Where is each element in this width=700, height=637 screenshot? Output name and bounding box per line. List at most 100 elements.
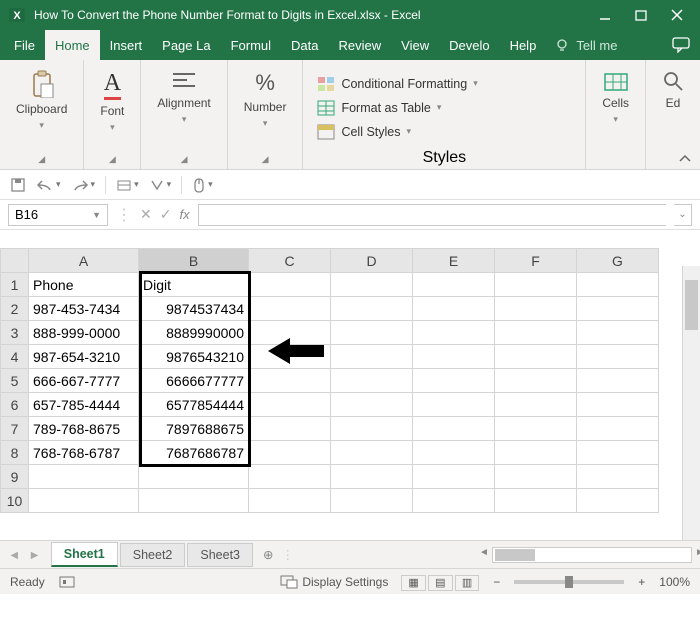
- cancel-formula-icon[interactable]: ✕: [140, 206, 152, 223]
- cell[interactable]: [495, 345, 577, 369]
- row-header[interactable]: 6: [1, 393, 29, 417]
- cell[interactable]: [577, 369, 659, 393]
- qat-button-5[interactable]: ▾: [149, 178, 172, 192]
- sheet-tab-1[interactable]: Sheet1: [51, 542, 118, 567]
- cell[interactable]: [249, 441, 331, 465]
- col-header-e[interactable]: E: [413, 249, 495, 273]
- sheet-nav-next-icon[interactable]: ►: [28, 548, 40, 562]
- horizontal-scrollbar[interactable]: ◄ ►: [492, 547, 692, 563]
- cell[interactable]: 987-453-7434: [29, 297, 139, 321]
- tab-formulas[interactable]: Formul: [221, 30, 281, 60]
- name-box[interactable]: B16 ▼: [8, 204, 108, 226]
- cell[interactable]: [29, 489, 139, 513]
- cell[interactable]: [413, 417, 495, 441]
- cell[interactable]: [495, 465, 577, 489]
- minimize-button[interactable]: [598, 8, 612, 22]
- enter-formula-icon[interactable]: ✓: [160, 206, 172, 223]
- cell[interactable]: [413, 345, 495, 369]
- row-header[interactable]: 10: [1, 489, 29, 513]
- expand-formula-bar-icon[interactable]: ⌄: [674, 204, 692, 226]
- qat-button-4[interactable]: ▾: [116, 178, 139, 192]
- cell[interactable]: [139, 465, 249, 489]
- cell[interactable]: [331, 345, 413, 369]
- cell[interactable]: [331, 321, 413, 345]
- cell[interactable]: 9876543210: [139, 345, 249, 369]
- sheet-tab-3[interactable]: Sheet3: [187, 543, 253, 567]
- cell[interactable]: [249, 465, 331, 489]
- cell[interactable]: [577, 297, 659, 321]
- cell[interactable]: 768-768-6787: [29, 441, 139, 465]
- col-header-a[interactable]: A: [29, 249, 139, 273]
- tab-view[interactable]: View: [391, 30, 439, 60]
- cell[interactable]: [331, 465, 413, 489]
- tab-developer[interactable]: Develo: [439, 30, 499, 60]
- view-page-layout-button[interactable]: ▤: [428, 575, 452, 591]
- cell[interactable]: 7687686787: [139, 441, 249, 465]
- cell[interactable]: [331, 417, 413, 441]
- col-header-g[interactable]: G: [577, 249, 659, 273]
- tab-page-layout[interactable]: Page La: [152, 30, 220, 60]
- clipboard-launcher-icon[interactable]: ◢: [38, 154, 45, 165]
- sheet-tab-2[interactable]: Sheet2: [120, 543, 186, 567]
- cells-button[interactable]: Cells ▾: [596, 66, 635, 129]
- editing-button[interactable]: Ed: [656, 66, 690, 114]
- close-button[interactable]: [670, 8, 684, 22]
- tab-file[interactable]: File: [4, 30, 45, 60]
- row-header[interactable]: 4: [1, 345, 29, 369]
- font-launcher-icon[interactable]: ◢: [109, 154, 116, 165]
- cell[interactable]: 789-768-8675: [29, 417, 139, 441]
- cell[interactable]: [577, 465, 659, 489]
- touch-mouse-mode-button[interactable]: ▾: [192, 177, 213, 193]
- collapse-ribbon-icon[interactable]: [678, 153, 692, 165]
- cell[interactable]: [413, 369, 495, 393]
- cell[interactable]: [495, 393, 577, 417]
- cell[interactable]: [577, 273, 659, 297]
- tab-home[interactable]: Home: [45, 30, 100, 60]
- cell[interactable]: [495, 417, 577, 441]
- alignment-launcher-icon[interactable]: ◢: [181, 154, 188, 165]
- cell[interactable]: [413, 273, 495, 297]
- cell[interactable]: 666-667-7777: [29, 369, 139, 393]
- view-page-break-button[interactable]: ▥: [455, 575, 479, 591]
- cell[interactable]: [495, 321, 577, 345]
- alignment-button[interactable]: Alignment ▾: [151, 66, 216, 129]
- cell[interactable]: [331, 369, 413, 393]
- display-settings-button[interactable]: Display Settings: [280, 575, 388, 589]
- row-header[interactable]: 7: [1, 417, 29, 441]
- cell[interactable]: [495, 369, 577, 393]
- cell[interactable]: [577, 417, 659, 441]
- fx-label[interactable]: fx: [179, 207, 189, 222]
- redo-button[interactable]: ▾: [71, 178, 96, 192]
- cell[interactable]: 987-654-3210: [29, 345, 139, 369]
- cell[interactable]: [413, 441, 495, 465]
- cell[interactable]: 9874537434: [139, 297, 249, 321]
- col-header-f[interactable]: F: [495, 249, 577, 273]
- cell-styles-button[interactable]: Cell Styles ▾: [313, 122, 575, 142]
- cell[interactable]: [331, 393, 413, 417]
- cell[interactable]: [413, 297, 495, 321]
- cell[interactable]: [495, 441, 577, 465]
- cell[interactable]: 6577854444: [139, 393, 249, 417]
- grid-table[interactable]: A B C D E F G 1PhoneDigit 2987-453-74349…: [0, 248, 659, 513]
- col-header-b[interactable]: B: [139, 249, 249, 273]
- comments-icon[interactable]: [672, 37, 690, 53]
- zoom-out-button[interactable]: −: [493, 575, 500, 589]
- cell[interactable]: [331, 441, 413, 465]
- row-header[interactable]: 1: [1, 273, 29, 297]
- cell[interactable]: [413, 393, 495, 417]
- cell[interactable]: [413, 465, 495, 489]
- save-button[interactable]: [10, 177, 26, 193]
- cell[interactable]: [331, 489, 413, 513]
- row-header[interactable]: 5: [1, 369, 29, 393]
- cell[interactable]: [577, 321, 659, 345]
- cell[interactable]: [331, 273, 413, 297]
- cell[interactable]: [495, 297, 577, 321]
- cell[interactable]: Digit: [139, 273, 249, 297]
- zoom-slider[interactable]: [514, 580, 624, 584]
- name-box-dropdown-icon[interactable]: ▼: [92, 210, 101, 220]
- paste-button[interactable]: Clipboard ▾: [10, 66, 73, 135]
- format-as-table-button[interactable]: Format as Table ▾: [313, 98, 575, 118]
- row-header[interactable]: 2: [1, 297, 29, 321]
- select-all-corner[interactable]: [1, 249, 29, 273]
- vertical-scrollbar[interactable]: [682, 266, 700, 540]
